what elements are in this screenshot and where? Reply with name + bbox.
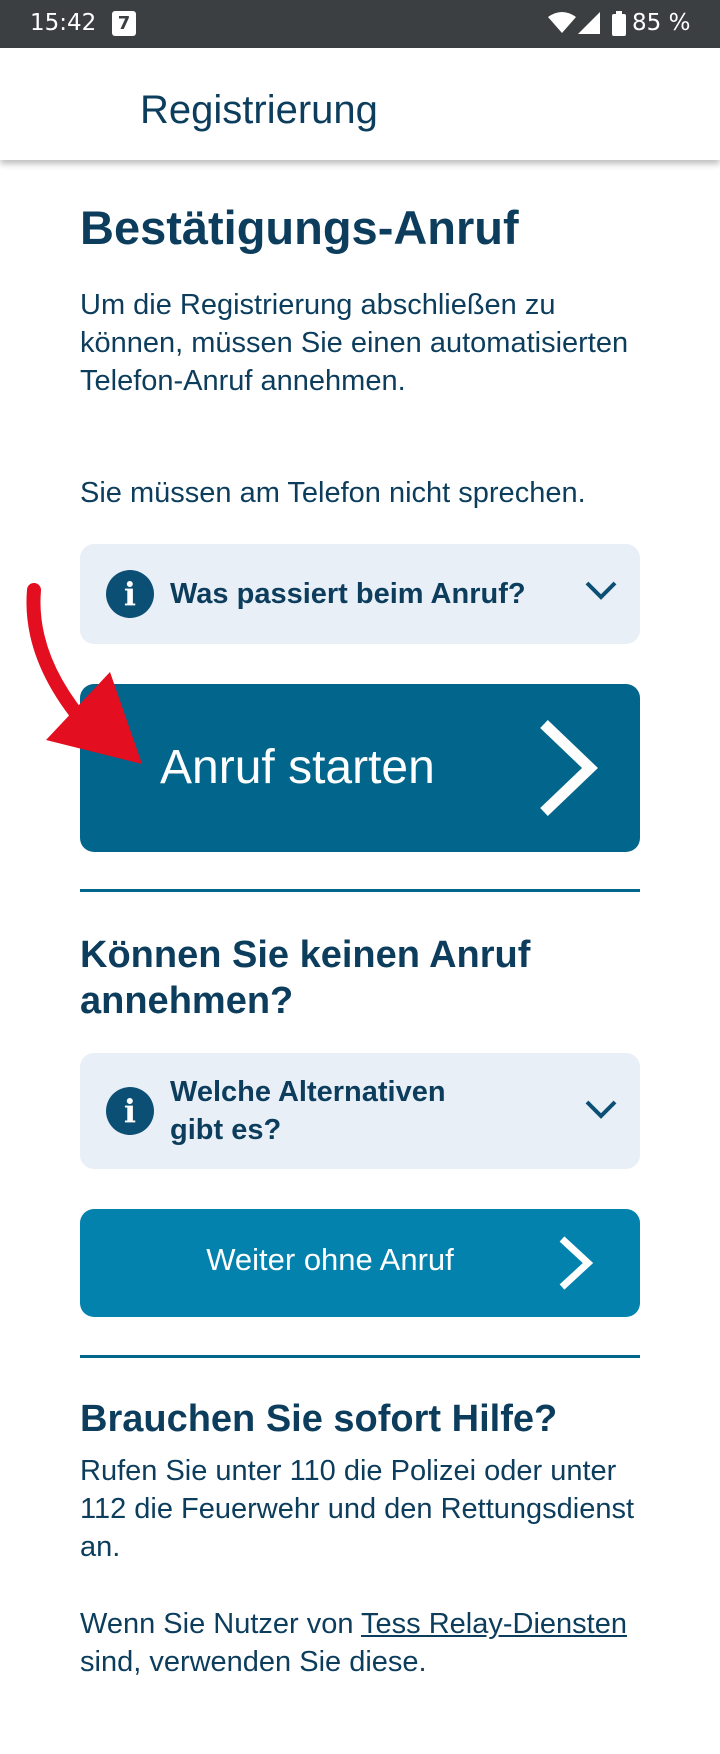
red-arrow-annotation <box>26 583 142 764</box>
accordion-call-info[interactable]: i Was passiert beim Anruf? <box>80 544 640 644</box>
status-bar: 15:42 7 85 % <box>0 0 720 48</box>
chevron-down-icon <box>585 1100 617 1119</box>
chevron-right-icon <box>559 1236 594 1290</box>
page-title: Bestätigungs-Anruf <box>80 201 519 254</box>
help-text: Rufen Sie unter 110 die Polizei oder unt… <box>80 1455 635 1563</box>
tess-relay-link[interactable]: Tess Relay-Diensten <box>361 1608 627 1640</box>
divider <box>80 889 640 892</box>
start-call-button[interactable]: Anruf starten <box>80 684 640 852</box>
divider <box>80 1355 640 1358</box>
app-bar: Registrierung <box>0 48 720 160</box>
battery-icon <box>612 11 626 36</box>
relay-prefix: Wenn Sie Nutzer von <box>80 1608 362 1640</box>
battery-percent: 85 % <box>632 10 691 36</box>
app-bar-title: Registrierung <box>140 88 378 132</box>
continue-without-call-button-label: Weiter ohne Anruf <box>206 1242 454 1277</box>
info-icon: i <box>106 1087 154 1135</box>
signal-icon <box>578 12 600 34</box>
relay-suffix: sind, verwenden Sie diese. <box>80 1646 427 1678</box>
alternatives-heading: Können Sie keinen Anruf annehmen? <box>80 934 531 1022</box>
accordion-alternatives-label: Welche Alternativen gibt es? <box>170 1076 446 1146</box>
chevron-down-icon <box>585 581 617 600</box>
continue-without-call-button[interactable]: Weiter ohne Anruf <box>80 1209 640 1317</box>
wifi-icon <box>548 12 576 33</box>
chevron-right-icon <box>540 720 598 816</box>
no-speaking-text: Sie müssen am Telefon nicht sprechen. <box>80 477 586 509</box>
calendar-icon: 7 <box>112 11 136 36</box>
accordion-alternatives[interactable]: i Welche Alternativen gibt es? <box>80 1053 640 1169</box>
relay-text: Wenn Sie Nutzer von Tess Relay-Diensten … <box>80 1605 660 1681</box>
status-time: 15:42 <box>30 10 97 36</box>
help-heading: Brauchen Sie sofort Hilfe? <box>80 1398 558 1440</box>
accordion-call-info-label: Was passiert beim Anruf? <box>170 578 526 610</box>
intro-text: Um die Registrierung abschließen zu könn… <box>80 289 629 397</box>
start-call-button-label: Anruf starten <box>160 741 435 794</box>
